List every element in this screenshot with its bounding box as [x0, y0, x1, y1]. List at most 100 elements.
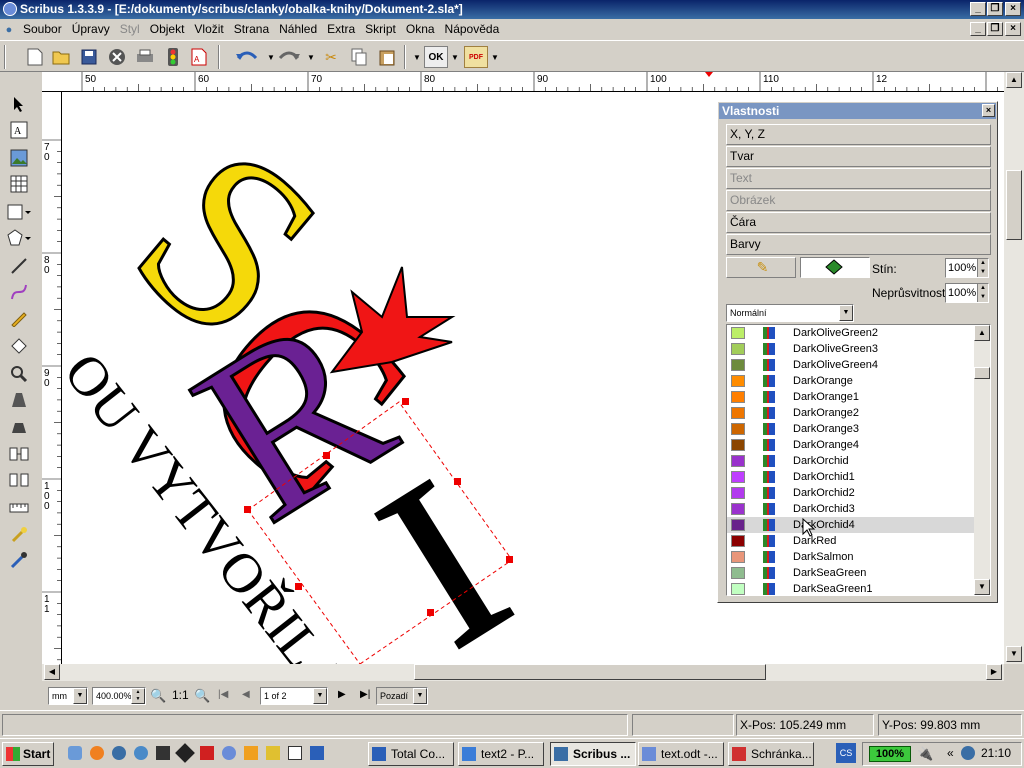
unlink-frames-icon[interactable]: [7, 468, 31, 492]
color-list-item[interactable]: DarkOrange4: [727, 437, 976, 453]
inkscape-icon[interactable]: [175, 743, 195, 763]
measure-tool-icon[interactable]: [7, 496, 31, 520]
color-list-item[interactable]: DarkOliveGreen4: [727, 357, 976, 373]
vertical-ruler[interactable]: 70809010011: [42, 92, 62, 664]
vscroll-down-icon[interactable]: ▼: [1006, 646, 1022, 662]
close-doc-icon[interactable]: [106, 46, 128, 68]
scroll-down-icon[interactable]: ▼: [974, 579, 990, 595]
section-text[interactable]: Text: [726, 168, 991, 189]
freehand-tool-icon[interactable]: [7, 306, 31, 330]
section-image[interactable]: Obrázek: [726, 190, 991, 211]
zoom-tool-icon[interactable]: [7, 362, 31, 386]
language-indicator[interactable]: CS: [836, 743, 856, 763]
window-titlebar[interactable]: Scribus 1.3.3.9 - [E:/dokumenty/scribus/…: [0, 0, 1024, 19]
link-frames-icon[interactable]: [7, 442, 31, 466]
paste-icon[interactable]: [376, 46, 398, 68]
network-icon[interactable]: [134, 746, 148, 760]
copy-properties-icon[interactable]: [7, 522, 31, 546]
menu-item[interactable]: Soubor: [18, 19, 67, 40]
scroll-thumb[interactable]: [974, 367, 990, 379]
battery-indicator[interactable]: 100%: [869, 746, 911, 762]
selection-handle[interactable]: [295, 583, 302, 590]
first-page-icon[interactable]: |◀: [218, 689, 228, 700]
vscroll-thumb[interactable]: [1006, 170, 1022, 240]
selection-handle[interactable]: [244, 506, 251, 513]
polygon-icon[interactable]: [7, 226, 31, 250]
minimize-button[interactable]: _: [970, 2, 986, 16]
taskbar-button[interactable]: Total Co...: [368, 742, 454, 766]
color-list-item[interactable]: DarkOliveGreen2: [727, 325, 976, 341]
export-pdf-icon[interactable]: A: [188, 46, 210, 68]
tray-network-icon[interactable]: [961, 746, 975, 760]
line-tool-icon[interactable]: [7, 254, 31, 278]
pdf-dropdown-icon[interactable]: ▼: [490, 46, 500, 68]
print-icon[interactable]: [134, 46, 156, 68]
folder-icon[interactable]: [266, 746, 280, 760]
menu-item[interactable]: Okna: [401, 19, 440, 40]
zoom-ratio-button[interactable]: 1:1: [172, 688, 189, 702]
tool-icon[interactable]: [156, 746, 170, 760]
color-list-item[interactable]: DarkOrange3: [727, 421, 976, 437]
undo-dropdown-icon[interactable]: ▼: [266, 46, 276, 68]
opacity-spinbox[interactable]: 100% ▲ ▼: [945, 283, 989, 303]
section-shape[interactable]: Tvar: [726, 146, 991, 167]
doc-restore-button[interactable]: ❐: [987, 22, 1003, 36]
clock[interactable]: 21:10: [981, 746, 1011, 760]
image-frame-icon[interactable]: [7, 146, 31, 170]
properties-title[interactable]: Vlastnosti: [719, 103, 996, 119]
ok-button[interactable]: OK: [424, 46, 448, 68]
start-button[interactable]: Start: [2, 742, 54, 766]
hscroll-right-icon[interactable]: ▶: [986, 664, 1002, 680]
color-list-item[interactable]: DarkOrange: [727, 373, 976, 389]
undo-icon[interactable]: [236, 46, 258, 68]
redo-icon[interactable]: [278, 46, 300, 68]
section-line[interactable]: Čára: [726, 212, 991, 233]
taskbar-button[interactable]: text.odt -...: [638, 742, 724, 766]
firefox-icon[interactable]: [90, 746, 104, 760]
taskbar-button[interactable]: Schránka...: [728, 742, 814, 766]
copy-icon[interactable]: [348, 46, 370, 68]
blend-mode-select[interactable]: Normální ▼: [726, 304, 854, 322]
color-list-item[interactable]: DarkRed: [727, 533, 976, 549]
tray-expand-icon[interactable]: «: [947, 746, 954, 760]
vertical-scrollbar[interactable]: ▲ ▼: [1004, 72, 1024, 664]
table-icon[interactable]: [7, 172, 31, 196]
pdf-tools-button[interactable]: PDF: [464, 46, 488, 68]
color-list-item[interactable]: DarkOrchid3: [727, 501, 976, 517]
close-window-button[interactable]: ×: [1005, 2, 1021, 16]
shape-rectangle-icon[interactable]: [7, 200, 31, 224]
doc-system-icon[interactable]: ●: [0, 20, 18, 41]
new-document-icon[interactable]: [24, 46, 46, 68]
close-properties-button[interactable]: ×: [982, 104, 995, 117]
menu-item[interactable]: Vložit: [189, 19, 228, 40]
menu-item[interactable]: Extra: [322, 19, 360, 40]
horizontal-ruler[interactable]: 50 60 70 80 90 100 110 12: [42, 72, 1004, 92]
fill-color-bucket-button[interactable]: [800, 257, 870, 278]
menu-item[interactable]: Skript: [360, 19, 401, 40]
color-list-item[interactable]: DarkSalmon: [727, 549, 976, 565]
color-list-item[interactable]: DarkOrchid: [727, 453, 976, 469]
maximize-button[interactable]: ❐: [987, 2, 1003, 16]
clipboard-app-icon[interactable]: [200, 746, 214, 760]
doc-close-button[interactable]: ×: [1005, 22, 1021, 36]
prev-page-icon[interactable]: ◀: [242, 689, 250, 700]
gimp-icon[interactable]: [222, 746, 236, 760]
zoom-input[interactable]: 400.00% ▲ ▼: [92, 687, 146, 705]
next-page-icon[interactable]: ▶: [338, 689, 346, 700]
section-colors[interactable]: Barvy: [726, 234, 991, 255]
color-list-item[interactable]: DarkOrchid4: [727, 517, 976, 533]
toolbar-handle-icon[interactable]: ▼: [412, 46, 422, 68]
menu-item[interactable]: Strana: [229, 19, 274, 40]
ok-dropdown-icon[interactable]: ▼: [450, 46, 460, 68]
last-page-icon[interactable]: ▶|: [360, 689, 370, 700]
line-color-pencil-button[interactable]: ✎: [726, 257, 796, 278]
edit-text-icon[interactable]: [7, 414, 31, 438]
select-arrow-icon[interactable]: [7, 92, 31, 116]
hscroll-thumb[interactable]: [414, 664, 766, 680]
menu-item[interactable]: Náhled: [274, 19, 322, 40]
preflight-icon[interactable]: [162, 46, 184, 68]
document-canvas[interactable]: S C R I OU VYTVOŘIL JE Vlastnosti × X, Y…: [62, 92, 1004, 664]
cut-icon[interactable]: ✂: [320, 46, 342, 68]
open-folder-icon[interactable]: [50, 46, 72, 68]
list-icon[interactable]: [310, 746, 324, 760]
